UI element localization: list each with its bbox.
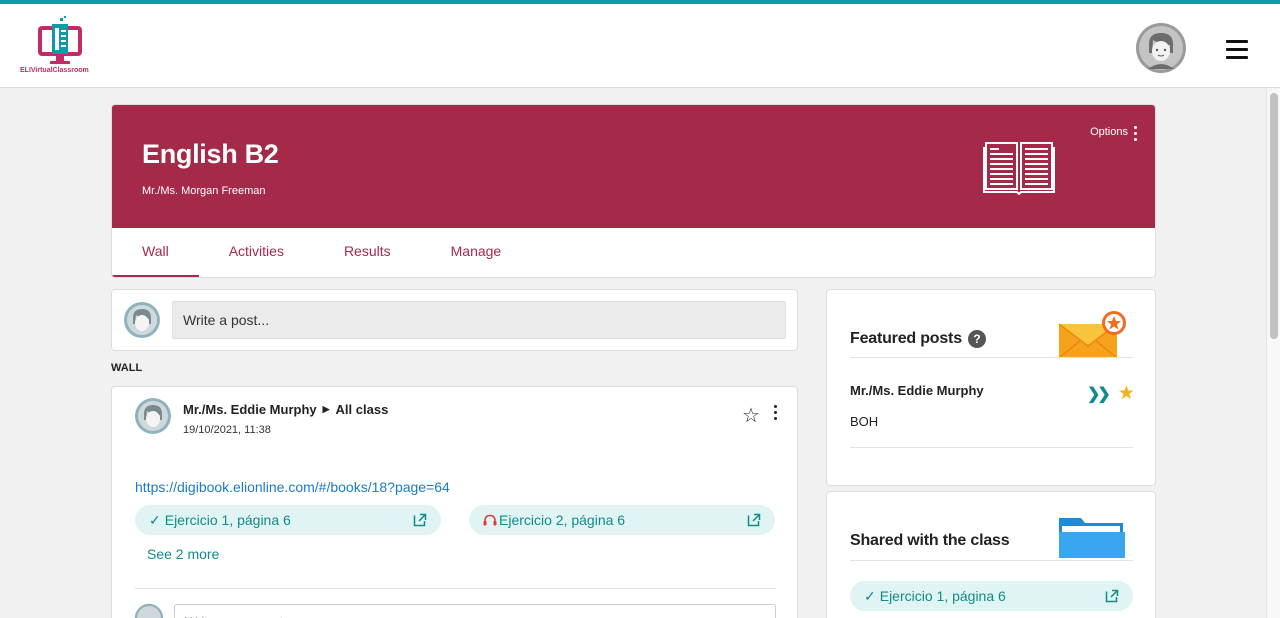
post-link[interactable]: https://digibook.elionline.com/#/books/1… xyxy=(135,479,450,495)
divider xyxy=(135,588,776,589)
attachment-label: Ejercicio 2, página 6 xyxy=(499,512,626,528)
external-link-icon[interactable] xyxy=(413,513,427,527)
external-link-icon[interactable] xyxy=(747,513,761,527)
book-icon xyxy=(983,142,1055,195)
star-filled-icon[interactable]: ★ xyxy=(1118,382,1135,405)
divider xyxy=(850,447,1133,448)
divider xyxy=(850,357,1133,358)
avatar-icon[interactable] xyxy=(1136,23,1186,73)
tab-wall[interactable]: Wall xyxy=(112,228,199,277)
folder-icon xyxy=(1059,518,1125,558)
shared-title: Shared with the class xyxy=(850,532,1010,549)
class-tabs: Wall Activities Results Manage xyxy=(112,228,1155,277)
avatar-icon xyxy=(124,302,160,338)
post-composer: Write a post... xyxy=(111,289,798,351)
scrollbar-thumb[interactable] xyxy=(1270,93,1278,339)
attachment-chip[interactable]: Ejercicio 2, página 6 xyxy=(469,505,775,535)
avatar-icon xyxy=(134,603,164,618)
post-input[interactable]: Write a post... xyxy=(172,301,786,339)
see-more-link[interactable]: See 2 more xyxy=(147,546,219,562)
options-button[interactable]: Options xyxy=(1090,123,1137,141)
featured-author[interactable]: Mr./Ms. Eddie Murphy xyxy=(850,383,984,398)
avatar-icon xyxy=(135,398,171,434)
check-icon: ✓ xyxy=(149,511,161,528)
page-scrollbar[interactable] xyxy=(1266,89,1280,618)
double-chevron-icon[interactable]: ❯❯ xyxy=(1087,384,1111,404)
shared-item-chip[interactable]: ✓ Ejercicio 1, página 6 xyxy=(850,581,1133,611)
tab-results[interactable]: Results xyxy=(314,228,421,277)
attachment-chip[interactable]: ✓ Ejercicio 1, página 6 xyxy=(135,505,441,535)
comment-input[interactable]: Write a comment... xyxy=(174,604,776,618)
featured-actions: ❯❯ ★ xyxy=(1087,382,1135,405)
shared-item-label: Ejercicio 1, página 6 xyxy=(879,588,1006,604)
featured-posts-card: Featured posts ? Mr./Ms. Eddie Murphy ❯❯… xyxy=(826,289,1156,486)
tab-manage[interactable]: Manage xyxy=(421,228,532,277)
attachment-label: Ejercicio 1, página 6 xyxy=(164,512,291,528)
help-icon[interactable]: ? xyxy=(967,330,986,348)
featured-title-text: Featured posts xyxy=(850,330,962,347)
shared-card: Shared with the class ✓ Ejercicio 1, pág… xyxy=(826,491,1156,618)
logo-icon xyxy=(38,16,82,64)
external-link-icon[interactable] xyxy=(1105,589,1119,603)
options-label: Options xyxy=(1090,126,1128,138)
post-date: 19/10/2021, 11:38 xyxy=(183,424,271,436)
class-banner: English B2 Mr./Ms. Morgan Freeman Option… xyxy=(112,105,1155,228)
app-header: ELIVirtualClassroom xyxy=(0,4,1280,88)
menu-icon[interactable] xyxy=(1226,40,1248,60)
headphones-icon xyxy=(483,514,497,526)
featured-text: BOH xyxy=(850,414,879,429)
post-author: Mr./Ms. Eddie Murphy ▶ All class xyxy=(183,402,388,417)
post-author-name[interactable]: Mr./Ms. Eddie Murphy xyxy=(183,402,317,417)
class-card: English B2 Mr./Ms. Morgan Freeman Option… xyxy=(111,104,1156,278)
wall-heading: WALL xyxy=(111,362,143,374)
wall-post: Mr./Ms. Eddie Murphy ▶ All class 19/10/2… xyxy=(111,386,798,618)
class-title: English B2 xyxy=(142,139,279,169)
caret-right-icon: ▶ xyxy=(322,404,330,414)
post-audience: All class xyxy=(335,402,389,417)
star-outline-icon[interactable]: ☆ xyxy=(742,403,760,428)
kebab-icon xyxy=(1134,123,1137,141)
kebab-icon[interactable] xyxy=(770,402,780,422)
featured-title: Featured posts ? xyxy=(850,330,986,348)
divider xyxy=(850,560,1133,561)
check-icon: ✓ xyxy=(864,587,876,604)
logo-text: ELIVirtualClassroom xyxy=(20,67,89,74)
class-teacher: Mr./Ms. Morgan Freeman xyxy=(142,185,266,197)
tab-activities[interactable]: Activities xyxy=(199,228,314,277)
envelope-star-icon xyxy=(1058,311,1126,359)
